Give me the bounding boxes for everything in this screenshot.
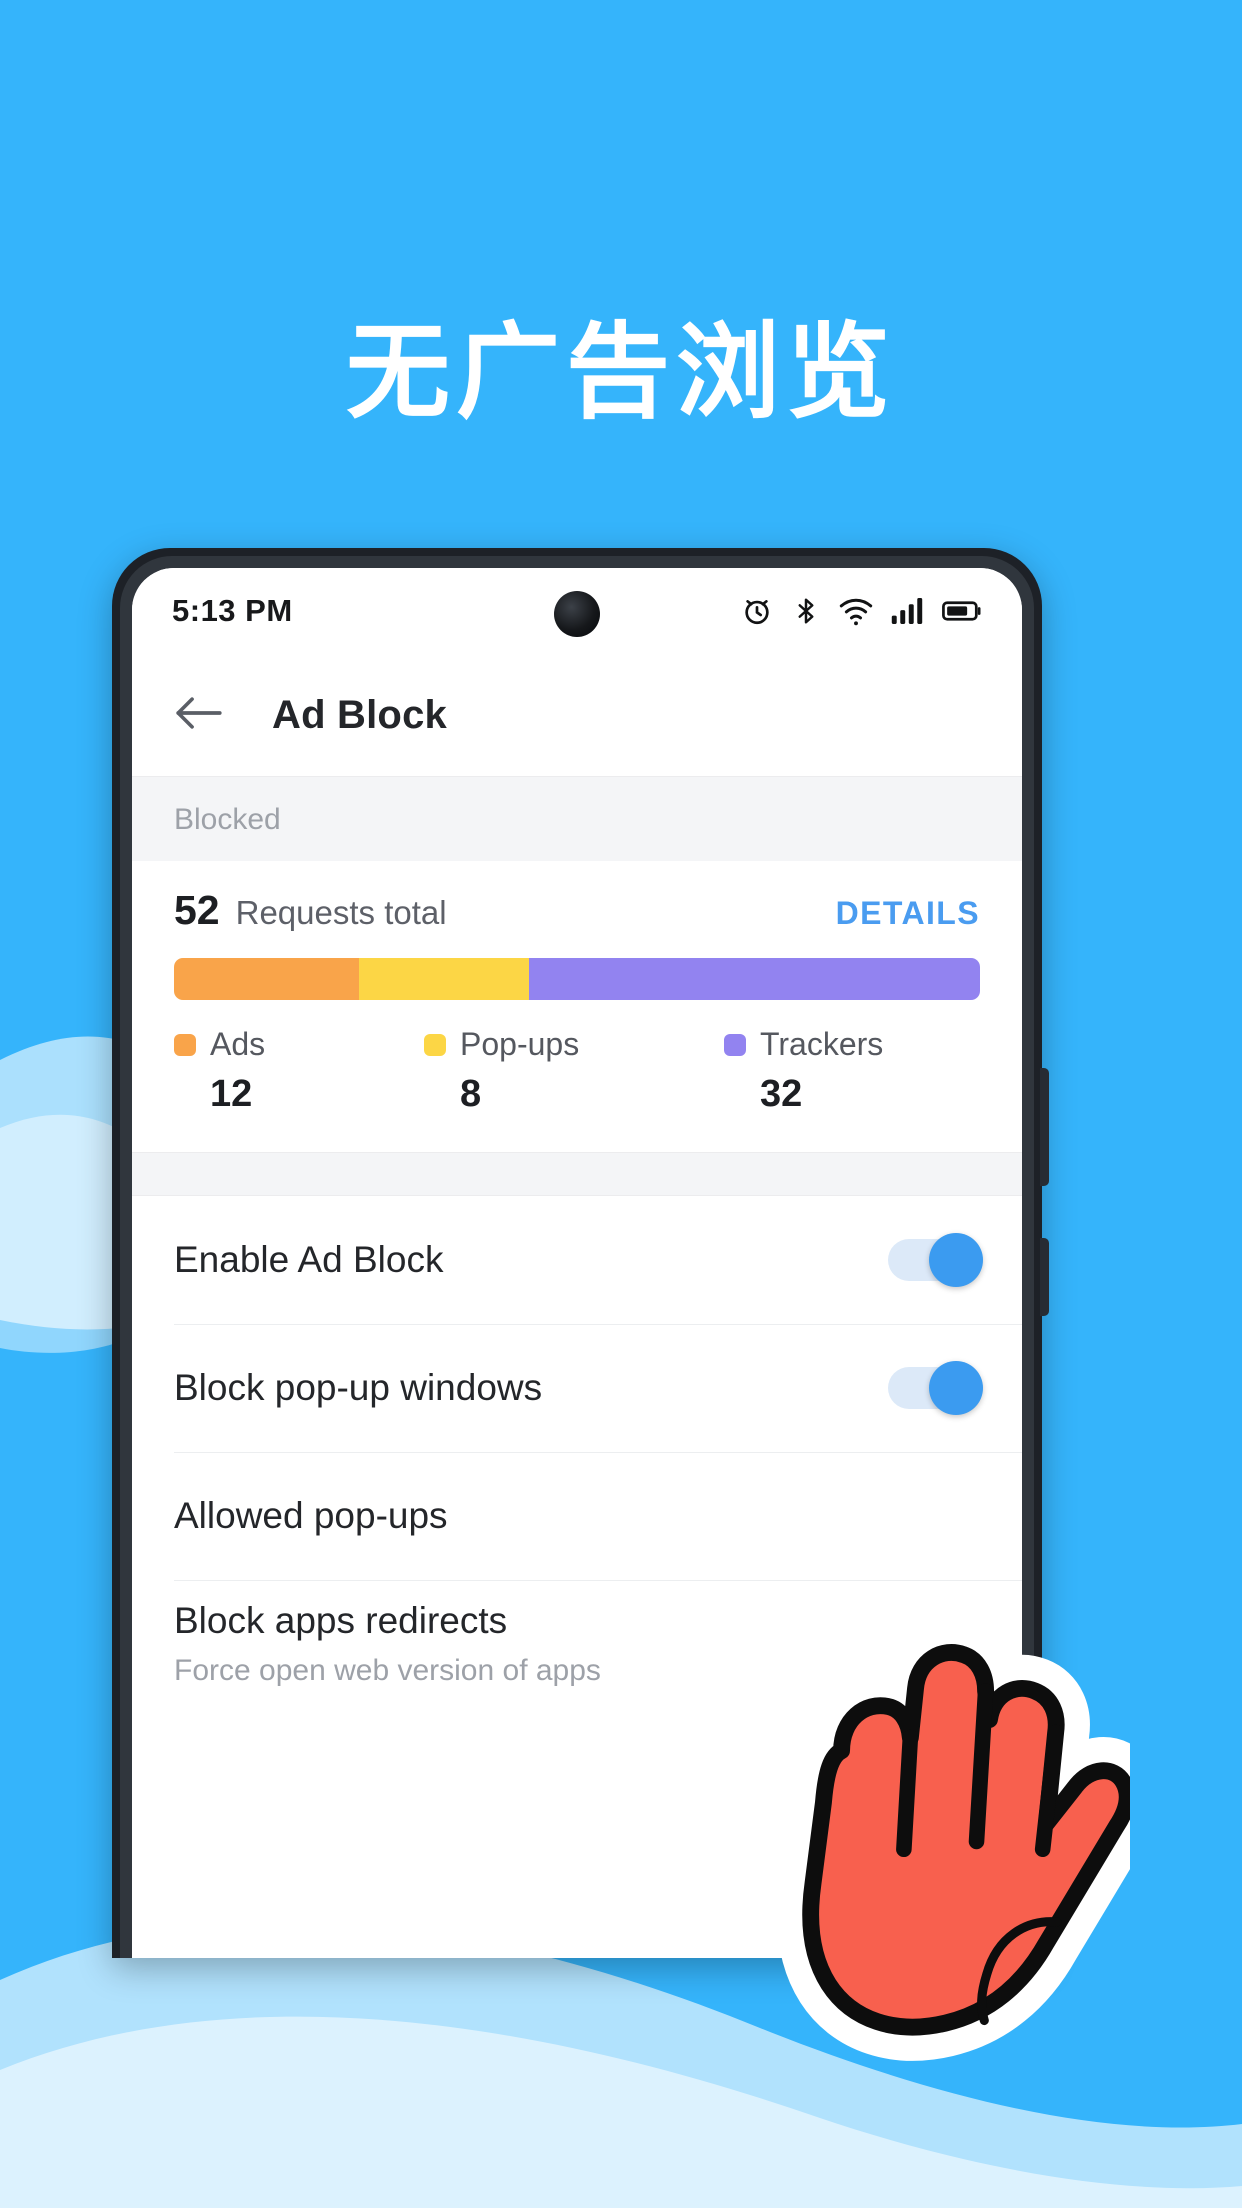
setting-title: Allowed pop-ups xyxy=(174,1495,448,1536)
stats-summary-row: 52 Requests total DETAILS xyxy=(174,887,980,934)
section-header-blocked: Blocked xyxy=(132,776,1022,861)
setting-title: Enable Ad Block xyxy=(174,1239,444,1280)
blocked-legend: Ads 12 Pop-ups 8 Trackers 32 xyxy=(174,1026,980,1116)
toggle-knob xyxy=(929,1361,983,1415)
requests-total-label: Requests total xyxy=(235,894,447,931)
requests-total-value: 52 xyxy=(174,887,220,933)
status-time: 5:13 PM xyxy=(172,593,293,628)
power-button[interactable] xyxy=(1040,1238,1049,1316)
page-title: 无广告浏览 xyxy=(345,311,896,433)
setting-row-enable-ad-block[interactable]: Enable Ad Block xyxy=(132,1196,1022,1324)
toggle-block-popup-windows[interactable] xyxy=(888,1361,983,1415)
setting-row-block-popup-windows[interactable]: Block pop-up windows xyxy=(132,1324,1022,1452)
bar-segment-popups xyxy=(359,958,529,1000)
legend-label-popups: Pop-ups xyxy=(460,1026,580,1062)
legend-dot-trackers xyxy=(724,1033,746,1056)
legend-value-ads: 12 xyxy=(210,1073,253,1115)
legend-value-popups: 8 xyxy=(460,1073,482,1115)
setting-subtitle: Force open web version of apps xyxy=(174,1654,601,1687)
blocked-distribution-bar xyxy=(174,958,980,1000)
section-divider-strip xyxy=(132,1152,1022,1196)
app-bar: Ad Block xyxy=(132,654,1022,776)
alarm-icon xyxy=(740,594,774,628)
back-button[interactable] xyxy=(168,684,230,746)
toggle-enable-ad-block[interactable] xyxy=(888,1233,983,1287)
legend-item-trackers: Trackers 32 xyxy=(724,1026,883,1116)
setting-title: Block pop-up windows xyxy=(174,1367,543,1408)
battery-icon xyxy=(942,596,982,626)
setting-row-allowed-popups[interactable]: Allowed pop-ups xyxy=(132,1452,1022,1580)
volume-button[interactable] xyxy=(1040,1068,1049,1186)
status-icon-group xyxy=(740,594,982,628)
bluetooth-icon xyxy=(791,594,821,628)
setting-title: Block apps redirects xyxy=(174,1600,508,1641)
legend-dot-ads xyxy=(174,1033,196,1056)
front-camera-punch-hole xyxy=(554,591,600,637)
legend-value-trackers: 32 xyxy=(760,1073,803,1115)
raised-hand-sticker xyxy=(740,1595,1130,2075)
bar-segment-ads xyxy=(174,958,360,1000)
status-bar: 5:13 PM xyxy=(132,568,1022,654)
legend-item-ads: Ads 12 xyxy=(174,1026,424,1116)
legend-label-trackers: Trackers xyxy=(760,1026,884,1062)
cellular-signal-icon xyxy=(891,596,925,626)
legend-label-ads: Ads xyxy=(210,1026,266,1062)
legend-dot-popups xyxy=(424,1033,446,1056)
blocked-stats-card: 52 Requests total DETAILS Ads 12 Pop-ups… xyxy=(132,861,1022,1152)
toggle-knob xyxy=(929,1233,983,1287)
details-link[interactable]: DETAILS xyxy=(836,895,980,932)
bar-segment-trackers xyxy=(528,958,980,1000)
app-bar-title: Ad Block xyxy=(272,692,447,737)
legend-item-popups: Pop-ups 8 xyxy=(424,1026,724,1116)
wifi-icon xyxy=(838,596,874,626)
back-arrow-icon xyxy=(173,692,225,739)
